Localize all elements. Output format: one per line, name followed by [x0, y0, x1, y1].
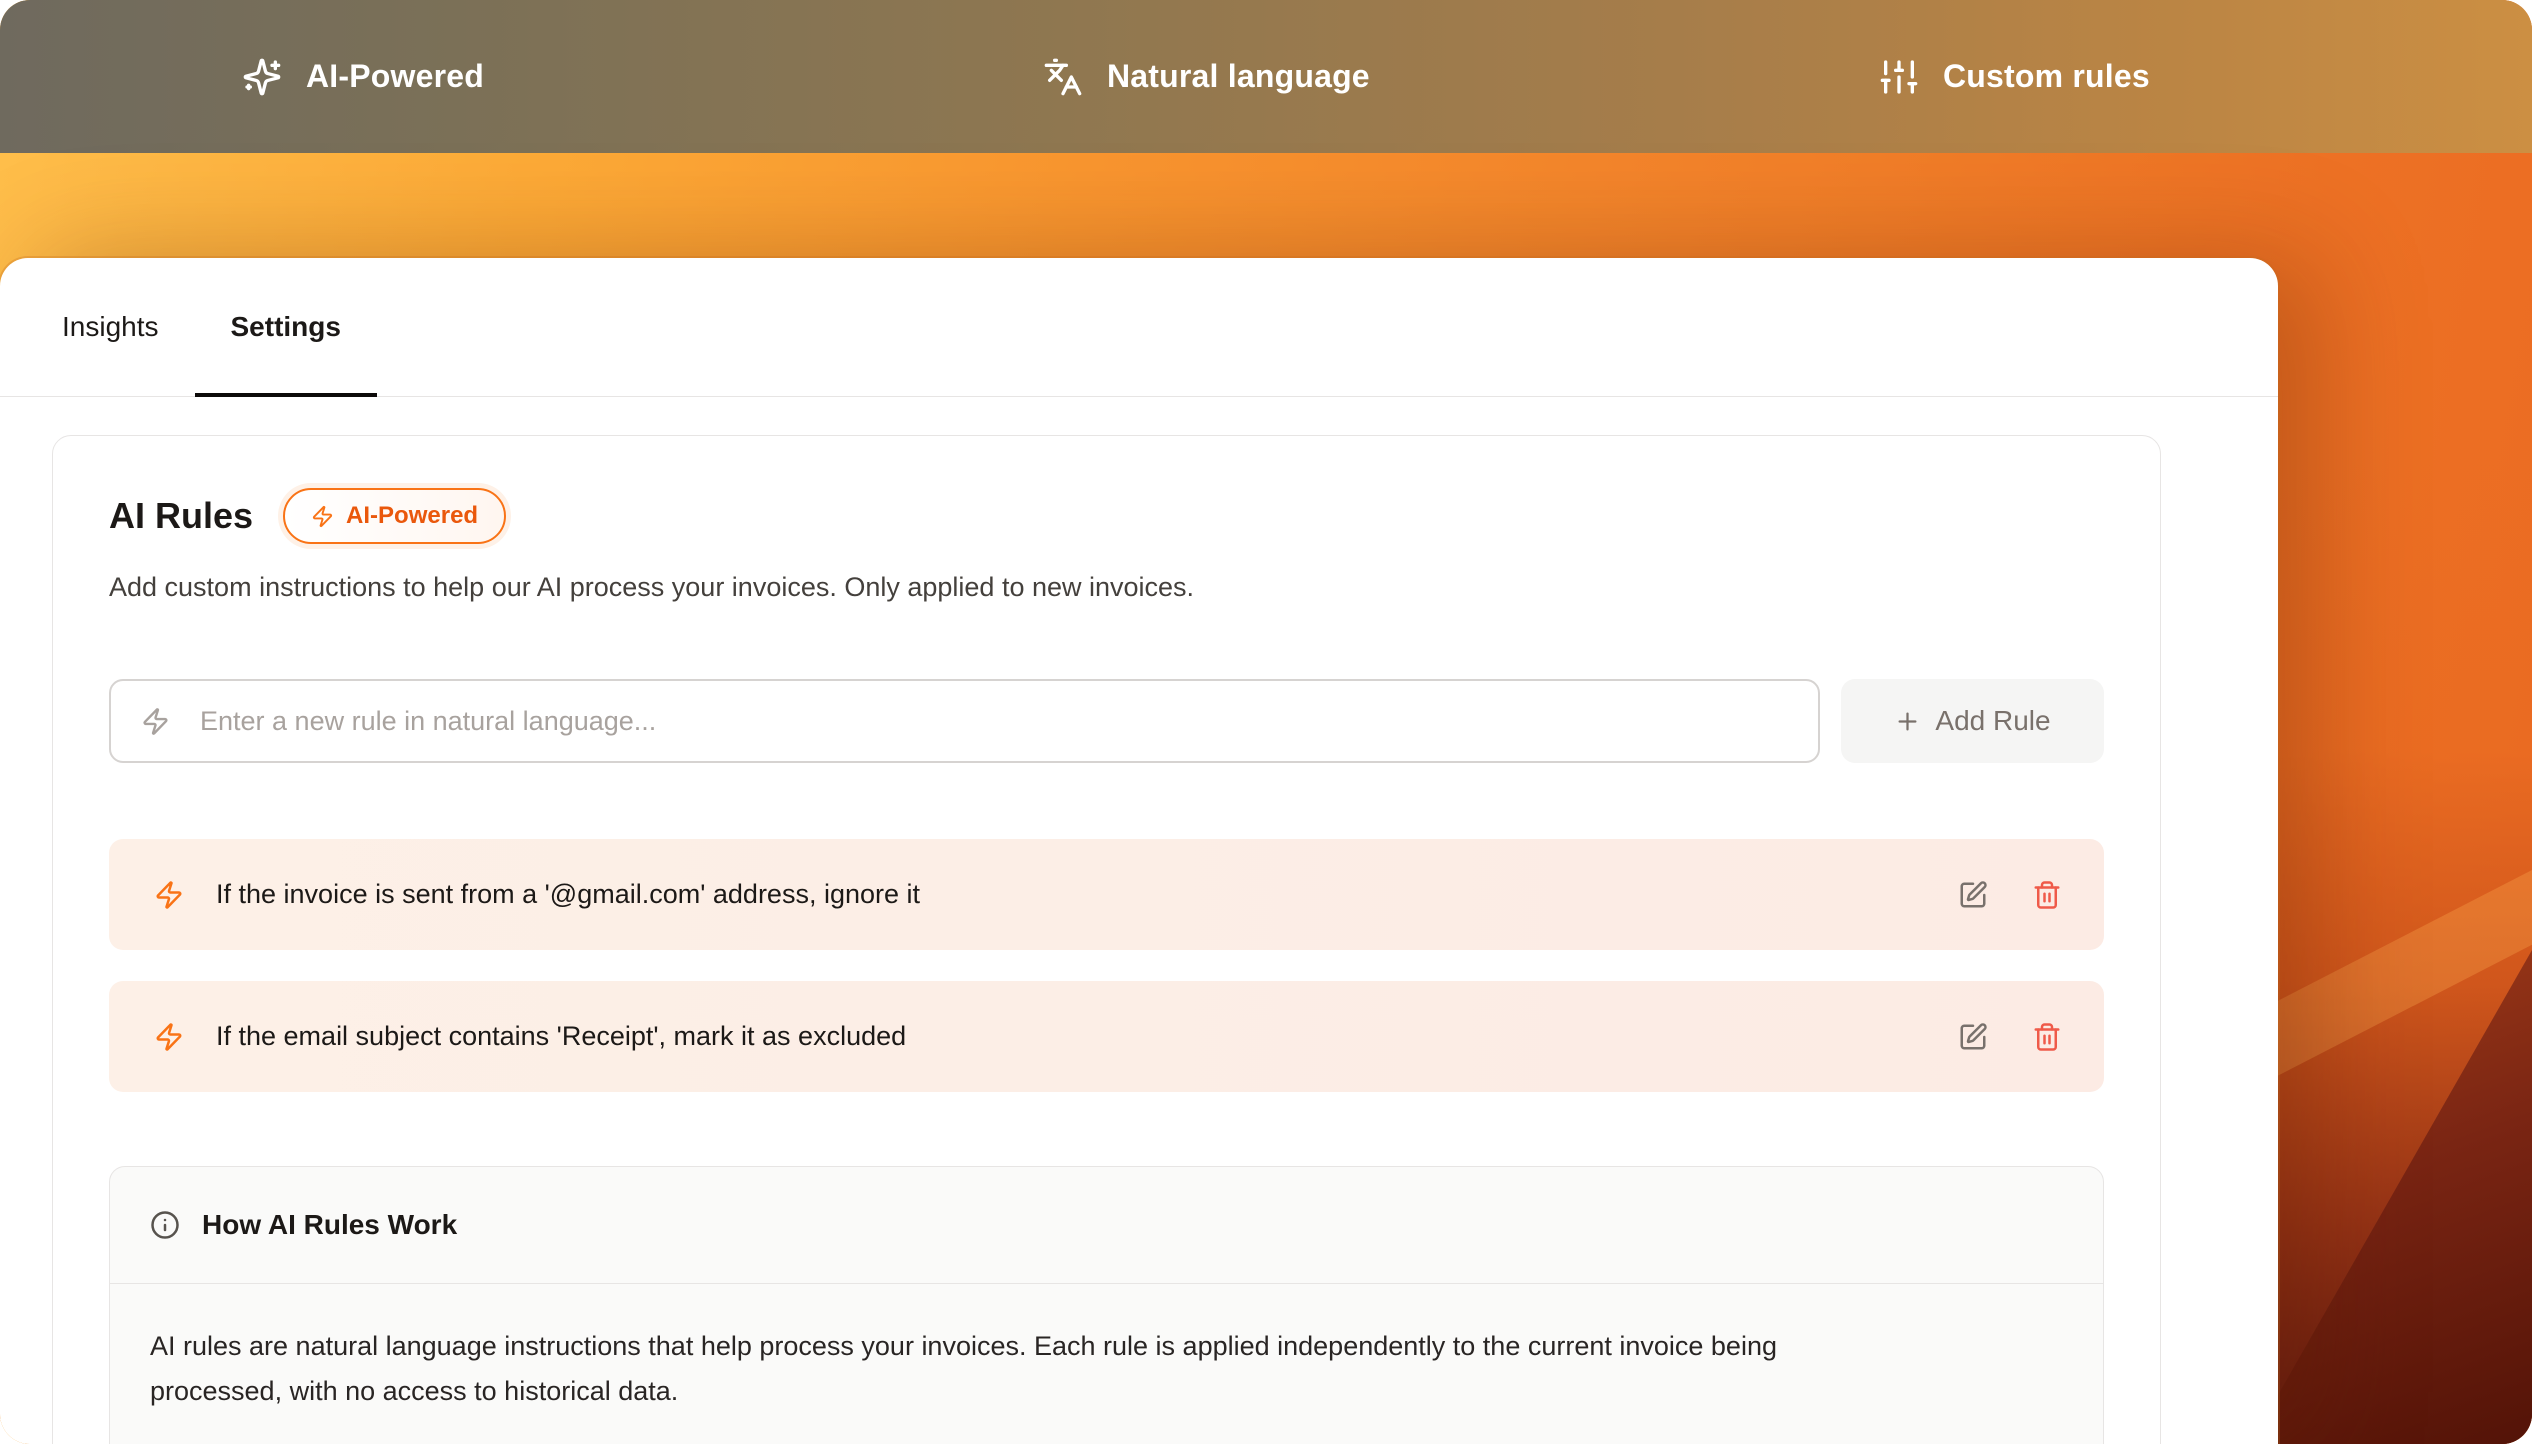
screen: AI-Powered Natural language Custom rules…	[0, 0, 2532, 1444]
translate-icon	[1043, 57, 1083, 97]
feature-label: Custom rules	[1943, 58, 2150, 95]
rules-list: If the invoice is sent from a '@gmail.co…	[109, 839, 2104, 1092]
add-rule-label: Add Rule	[1935, 705, 2050, 737]
rule-input-container	[109, 679, 1820, 763]
tab-settings[interactable]: Settings	[195, 258, 377, 396]
edit-rule-button[interactable]	[1958, 1022, 1988, 1052]
bolt-icon	[154, 1022, 184, 1052]
bolt-icon	[311, 505, 334, 528]
info-title: How AI Rules Work	[202, 1209, 457, 1241]
trash-icon	[2032, 1022, 2062, 1052]
edit-rule-button[interactable]	[1958, 880, 1988, 910]
rule-row: If the email subject contains 'Receipt',…	[109, 981, 2104, 1092]
feature-banner: AI-Powered Natural language Custom rules	[0, 0, 2532, 153]
card-description: Add custom instructions to help our AI p…	[109, 572, 2104, 603]
rule-input-row: Add Rule	[109, 679, 2104, 763]
edit-icon	[1958, 1022, 1988, 1052]
delete-rule-button[interactable]	[2032, 1022, 2062, 1052]
rule-text: If the email subject contains 'Receipt',…	[216, 1021, 1958, 1052]
bolt-icon	[154, 880, 184, 910]
sparkles-icon	[242, 57, 282, 97]
feature-ai-powered: AI-Powered	[242, 0, 484, 153]
sliders-icon	[1879, 57, 1919, 97]
app-window: Insights Settings AI Rules AI-Powered Ad…	[0, 258, 2278, 1444]
plus-icon	[1894, 708, 1921, 735]
new-rule-input[interactable]	[200, 706, 1788, 737]
feature-label: Natural language	[1107, 58, 1370, 95]
bolt-icon	[141, 707, 170, 736]
card-title: AI Rules	[109, 495, 253, 537]
rule-row: If the invoice is sent from a '@gmail.co…	[109, 839, 2104, 950]
badge-label: AI-Powered	[346, 502, 478, 530]
feature-natural-language: Natural language	[1043, 0, 1370, 153]
add-rule-button[interactable]: Add Rule	[1841, 679, 2104, 763]
tab-insights[interactable]: Insights	[26, 258, 195, 396]
rule-actions	[1958, 880, 2062, 910]
info-header: How AI Rules Work	[110, 1167, 2103, 1284]
info-icon	[150, 1210, 180, 1240]
delete-rule-button[interactable]	[2032, 880, 2062, 910]
rule-actions	[1958, 1022, 2062, 1052]
feature-custom-rules: Custom rules	[1879, 0, 2150, 153]
card-title-row: AI Rules AI-Powered	[109, 488, 2104, 544]
rule-text: If the invoice is sent from a '@gmail.co…	[216, 879, 1958, 910]
info-body: AI rules are natural language instructio…	[110, 1284, 1860, 1444]
edit-icon	[1958, 880, 1988, 910]
tab-bar: Insights Settings	[0, 258, 2278, 397]
ai-rules-card: AI Rules AI-Powered Add custom instructi…	[52, 435, 2161, 1444]
ai-powered-badge: AI-Powered	[283, 488, 506, 544]
trash-icon	[2032, 880, 2062, 910]
feature-label: AI-Powered	[306, 58, 484, 95]
how-ai-rules-work-box: How AI Rules Work AI rules are natural l…	[109, 1166, 2104, 1444]
